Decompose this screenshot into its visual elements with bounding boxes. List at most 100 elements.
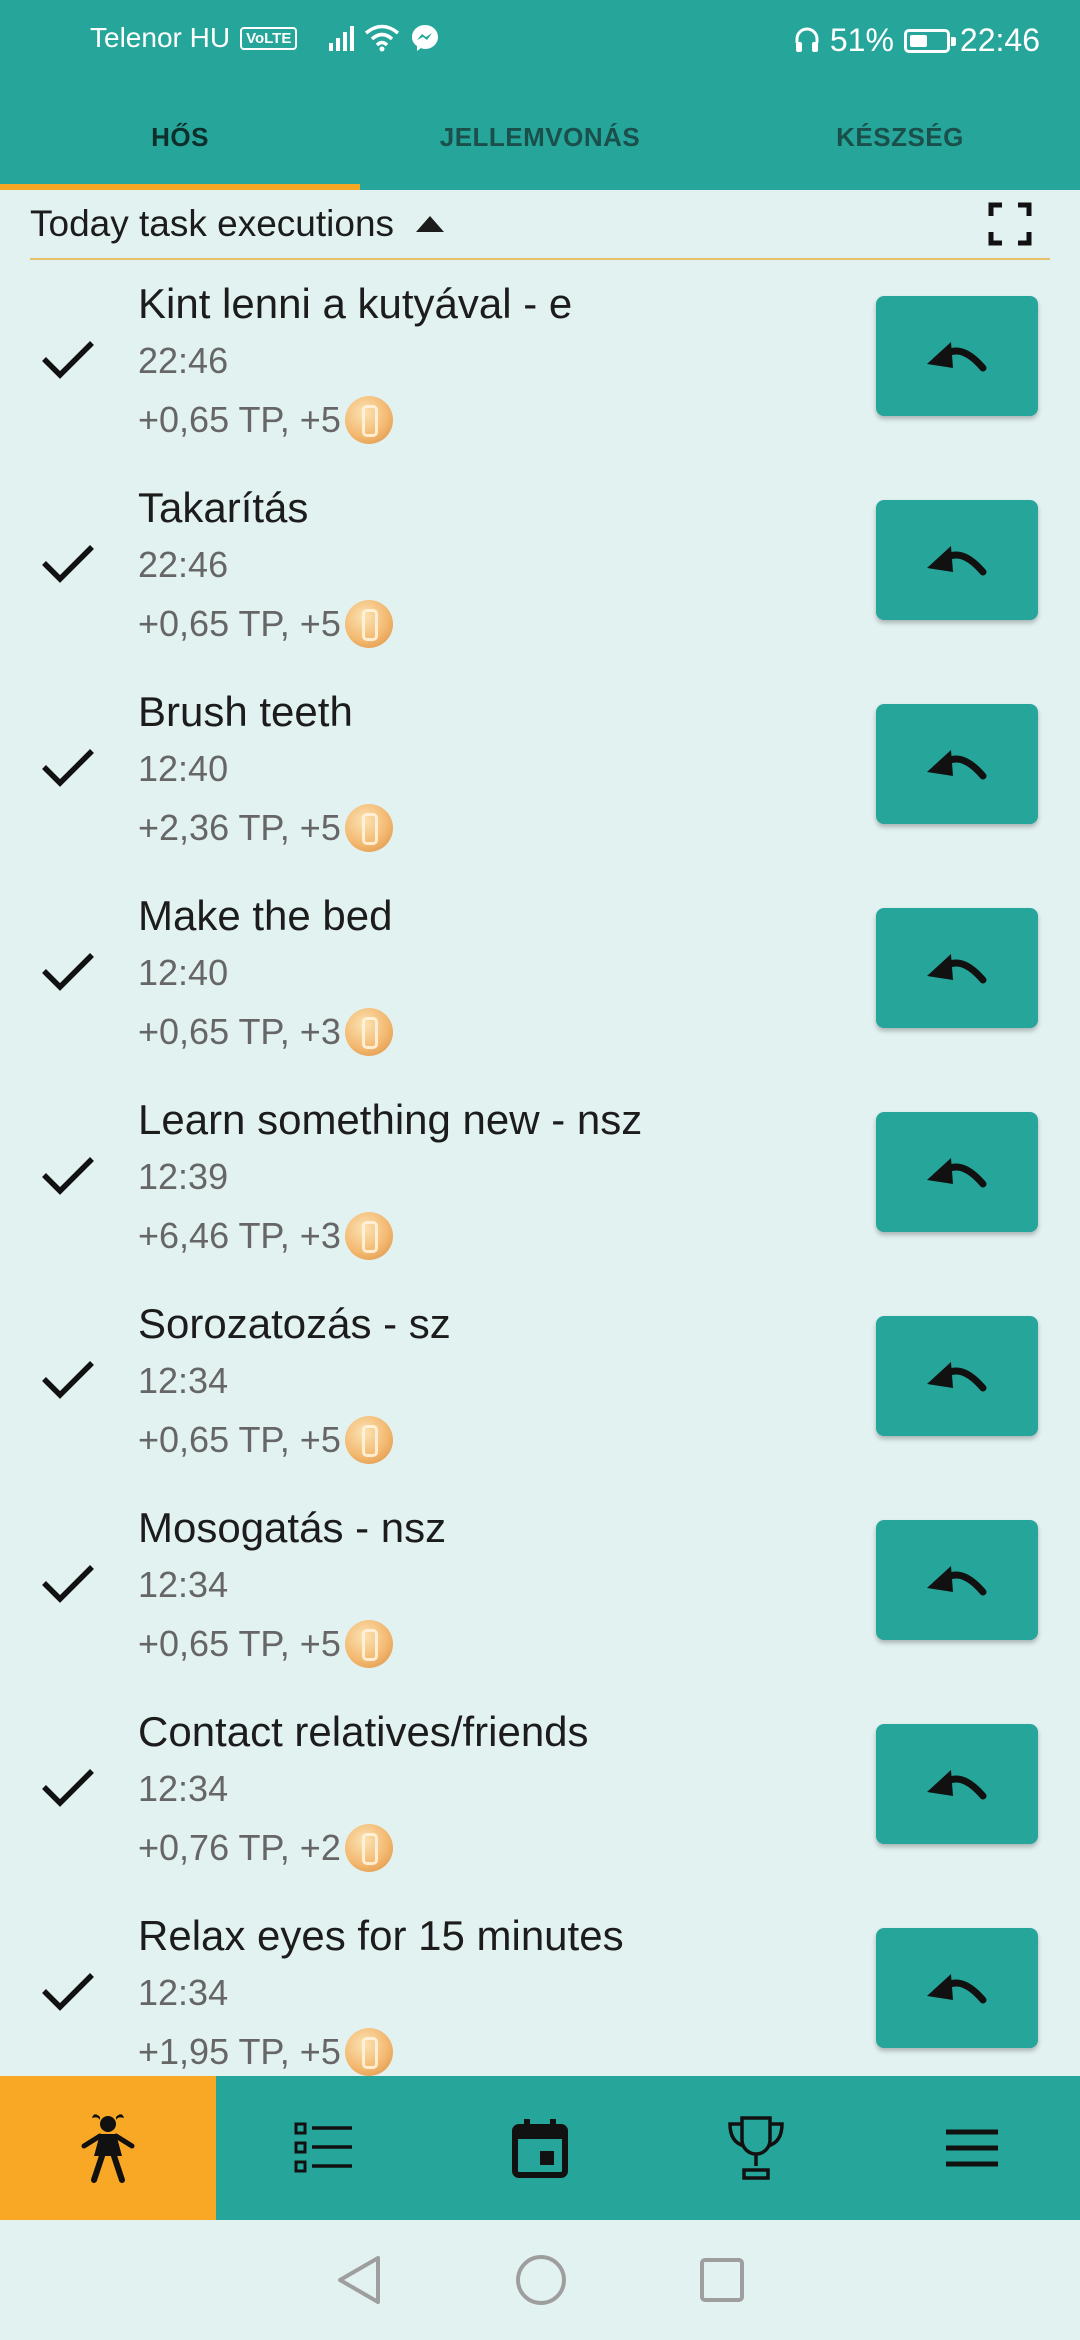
carrier-name: Telenor HU [90, 22, 231, 53]
check-icon [42, 545, 94, 583]
coin-icon [344, 804, 393, 852]
task-title: Mosogatás - nsz [138, 1504, 447, 1551]
recents-icon[interactable] [698, 2256, 746, 2304]
task-row: Takarítás 22:46 +0,65 TP, +5 [0, 472, 1080, 676]
clock: 22:46 [959, 22, 1040, 58]
task-title: Brush teeth [138, 688, 353, 735]
list-icon [294, 2122, 352, 2173]
undo-icon [927, 1974, 987, 2004]
undo-icon [927, 750, 987, 780]
coin-icon [344, 1824, 393, 1872]
undo-icon [927, 1566, 987, 1596]
tab-label: HŐS [151, 121, 209, 152]
collapse-caret-icon[interactable] [416, 216, 445, 232]
undo-button[interactable] [876, 1724, 1038, 1844]
nav-calendar[interactable] [432, 2076, 648, 2220]
coin-icon [344, 1416, 393, 1464]
undo-icon [927, 546, 987, 576]
nav-hero[interactable] [0, 2076, 216, 2220]
undo-button[interactable] [876, 1316, 1038, 1436]
reward-text: +0,65 TP, +5 [138, 1419, 341, 1460]
tab-jellemvonas[interactable]: JELLEMVONÁS [360, 84, 720, 190]
undo-button[interactable] [876, 704, 1038, 824]
check-icon [42, 1157, 94, 1195]
task-time: 12:34 [138, 1564, 229, 1605]
section-header: Today task executions [30, 190, 1050, 260]
task-reward: +0,76 TP, +2 [138, 1824, 393, 1872]
coin-icon [344, 396, 393, 444]
task-title: Learn something new - nsz [138, 1096, 643, 1143]
wifi-icon [365, 24, 400, 52]
task-time: 22:46 [138, 340, 229, 381]
reward-text: +6,46 TP, +3 [138, 1215, 341, 1256]
tab-bar: HŐS JELLEMVONÁS KÉSZSÉG [0, 84, 1080, 190]
task-reward: +0,65 TP, +5 [138, 1620, 393, 1668]
task-row: Make the bed 12:40 +0,65 TP, +3 [0, 880, 1080, 1084]
task-title: Takarítás [138, 484, 309, 531]
system-nav-bar [0, 2220, 1080, 2340]
coin-icon [344, 1212, 393, 1260]
task-reward: +0,65 TP, +5 [138, 600, 393, 648]
coin-icon [344, 1620, 393, 1668]
undo-button[interactable] [876, 1112, 1038, 1232]
tab-hos[interactable]: HŐS [0, 84, 360, 190]
tab-keszseg[interactable]: KÉSZSÉG [720, 84, 1080, 190]
status-bar: Telenor HU VoLTE 51% 22:46 [0, 0, 1080, 84]
task-time: 12:40 [138, 748, 229, 789]
task-reward: +6,46 TP, +3 [138, 1212, 393, 1260]
task-title: Sorozatozás - sz [138, 1300, 451, 1347]
check-icon [42, 1361, 94, 1399]
task-time: 12:40 [138, 952, 229, 993]
signal-icon [329, 25, 355, 51]
battery-percent: 51% [829, 22, 894, 58]
check-icon [42, 953, 94, 991]
undo-button[interactable] [876, 1928, 1038, 2048]
undo-button[interactable] [876, 500, 1038, 620]
undo-icon [927, 342, 987, 372]
undo-button[interactable] [876, 1520, 1038, 1640]
task-reward: +0,65 TP, +3 [138, 1008, 393, 1056]
calendar-icon [512, 2119, 568, 2178]
task-list: Kint lenni a kutyával - e 22:46 +0,65 TP… [0, 268, 1080, 2076]
task-title: Make the bed [138, 892, 393, 939]
undo-button[interactable] [876, 296, 1038, 416]
check-icon [42, 1565, 94, 1603]
nav-menu[interactable] [864, 2076, 1080, 2220]
fullscreen-icon[interactable] [988, 202, 1032, 246]
task-row: Sorozatozás - sz 12:34 +0,65 TP, +5 [0, 1288, 1080, 1492]
undo-icon [927, 954, 987, 984]
headset-icon [795, 27, 819, 52]
reward-text: +0,65 TP, +3 [138, 1011, 341, 1052]
home-icon[interactable] [514, 2253, 568, 2307]
task-row: Relax eyes for 15 minutes 12:34 +1,95 TP… [0, 1900, 1080, 2076]
reward-text: +1,95 TP, +5 [138, 2031, 341, 2072]
check-icon [42, 341, 94, 379]
task-row: Learn something new - nsz 12:39 +6,46 TP… [0, 1084, 1080, 1288]
undo-icon [927, 1362, 987, 1392]
task-time: 12:34 [138, 1360, 229, 1401]
task-reward: +0,65 TP, +5 [138, 396, 393, 444]
reward-text: +0,65 TP, +5 [138, 399, 341, 440]
check-icon [42, 1973, 94, 2011]
task-time: 12:34 [138, 1972, 229, 2013]
task-row: Brush teeth 12:40 +2,36 TP, +5 [0, 676, 1080, 880]
volte-badge: VoLTE [240, 26, 298, 50]
undo-button[interactable] [876, 908, 1038, 1028]
bottom-nav [0, 2076, 1080, 2220]
task-row: Kint lenni a kutyával - e 22:46 +0,65 TP… [0, 268, 1080, 472]
task-reward: +2,36 TP, +5 [138, 804, 393, 852]
task-time: 12:34 [138, 1768, 229, 1809]
nav-tasks[interactable] [216, 2076, 432, 2220]
nav-achievements[interactable] [648, 2076, 864, 2220]
battery-icon [903, 28, 956, 53]
back-icon[interactable] [334, 2254, 384, 2306]
hero-icon [81, 2114, 135, 2183]
task-title: Kint lenni a kutyával - e [138, 280, 573, 327]
tab-label: KÉSZSÉG [836, 121, 964, 152]
coin-icon [344, 1008, 393, 1056]
task-reward: +1,95 TP, +5 [138, 2028, 393, 2076]
reward-text: +0,65 TP, +5 [138, 1623, 341, 1664]
coin-icon [344, 2028, 393, 2076]
trophy-icon [728, 2116, 784, 2180]
reward-text: +0,76 TP, +2 [138, 1827, 341, 1868]
